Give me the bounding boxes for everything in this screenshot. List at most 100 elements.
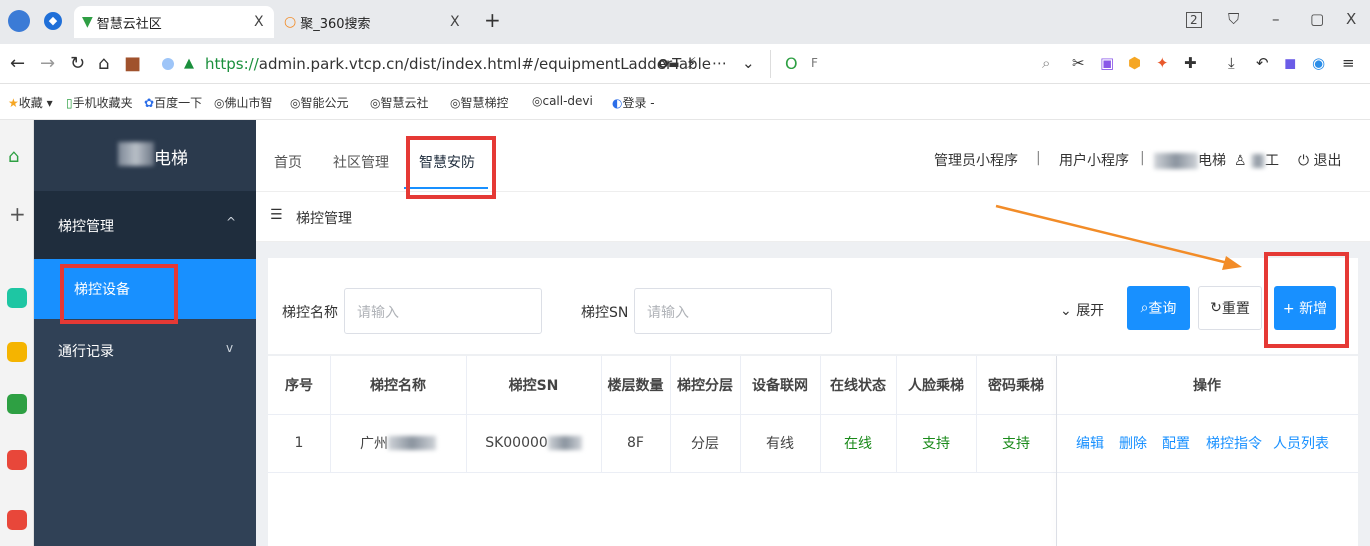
image-ai-icon[interactable] — [7, 394, 27, 414]
star-app-icon[interactable] — [7, 342, 27, 362]
logo-text: 电梯 — [154, 149, 188, 169]
forward-icon[interactable]: → — [40, 53, 55, 74]
undo-icon[interactable]: ↶ — [1256, 54, 1269, 72]
reset-button[interactable]: ↻ 重置 — [1198, 286, 1262, 330]
menu-access-records[interactable]: 通行记录 v — [34, 319, 256, 387]
minimize-icon[interactable]: – — [1272, 10, 1280, 28]
key-icon[interactable]: O▬ — [658, 57, 680, 71]
menu-label: 通行记录 — [58, 344, 114, 360]
cell-network: 有线 — [766, 436, 794, 452]
close-tab-icon[interactable]: X — [254, 14, 264, 30]
back-icon[interactable]: ← — [10, 53, 25, 74]
header-network: 设备联网 — [752, 378, 808, 394]
menu-label: 梯控管理 — [58, 219, 114, 235]
name-input[interactable]: 请输入 — [344, 288, 542, 334]
tab-home[interactable]: 首页 — [274, 152, 302, 172]
org-name[interactable]: 电梯 — [1154, 150, 1226, 170]
tab-360-search[interactable]: ○ 聚_360搜索 X — [280, 6, 470, 38]
browser-side-strip: ⌂ + — [0, 120, 34, 546]
globe-icon: ◎ — [532, 94, 543, 108]
cell-layer: 分层 — [691, 436, 719, 452]
cell-index: 1 — [294, 435, 304, 451]
url-path: admin.park.vtcp.cn/dist/index.html#/equi… — [258, 55, 711, 73]
bookmark-mobile[interactable]: ▯手机收藏夹 — [66, 94, 133, 111]
menu-icon[interactable]: ≡ — [1342, 54, 1355, 72]
menu-ladder-management[interactable]: 梯控管理 ^ — [34, 191, 256, 259]
login-icon: ◐ — [612, 96, 623, 110]
cell-sn: SK00000 — [466, 414, 601, 472]
puzzle-icon[interactable]: ✚ — [1184, 54, 1197, 72]
refresh-icon: ↻ — [1210, 300, 1222, 316]
logout-button[interactable]: ⏻ 退出 — [1298, 150, 1342, 170]
browser-tab-bar: ◆ ▼ 智慧云社区 X ○ 聚_360搜索 X + 2 ⛉ – ▢ X — [0, 0, 1370, 44]
home-icon[interactable]: ⌂ — [98, 53, 109, 74]
browser-logo-icon[interactable] — [8, 10, 30, 32]
pinned-tab-icon[interactable]: ◆ — [44, 12, 62, 30]
expand-toggle[interactable]: ⌄ 展开 — [1060, 300, 1104, 320]
close-window-icon[interactable]: X — [1346, 10, 1356, 28]
add-icon[interactable]: + — [9, 202, 26, 226]
phone-icon: ▯ — [66, 96, 73, 110]
magnifier-icon[interactable]: ⌕ — [1042, 54, 1050, 72]
ai-icon[interactable]: ◼ — [1284, 54, 1296, 72]
wallet-icon[interactable]: ■ — [124, 53, 141, 74]
bookmark-smart-park[interactable]: ◎智能公元 — [290, 94, 349, 111]
user-redacted — [1251, 154, 1266, 168]
delete-link[interactable]: 删除 — [1119, 433, 1147, 453]
tab-smart-community[interactable]: ▼ 智慧云社区 X — [74, 6, 274, 38]
bookmark-smart-cloud[interactable]: ◎智慧云社 — [370, 94, 429, 111]
tab-count-badge[interactable]: 2 — [1186, 12, 1202, 28]
shield-ext-icon[interactable]: ⬢ — [1128, 54, 1141, 72]
tab-community[interactable]: 社区管理 — [333, 152, 389, 172]
chevron-down-icon[interactable]: ⌄ — [742, 54, 755, 72]
sn-redacted — [547, 436, 582, 450]
cell-online-status: 在线 — [844, 436, 872, 452]
lightning-icon[interactable]: ⚡ — [686, 54, 697, 72]
ladder-command-link[interactable]: 梯控指令 — [1206, 433, 1262, 453]
header-floors: 楼层数量 — [607, 378, 664, 394]
reload-icon[interactable]: ↻ — [70, 53, 85, 74]
header-layer: 梯控分层 — [677, 378, 733, 394]
record-app-icon[interactable] — [7, 510, 27, 530]
edit-link[interactable]: 编辑 — [1076, 433, 1104, 453]
annotation-box-ladder-device — [60, 264, 178, 324]
config-link[interactable]: 配置 — [1162, 433, 1190, 453]
bookmark-smart-ladder[interactable]: ◎智慧梯控 — [450, 94, 509, 111]
personnel-list-link[interactable]: 人员列表 — [1273, 433, 1329, 453]
new-tab-button[interactable]: + — [484, 8, 501, 32]
browser-assistant-icon[interactable]: ◉ — [1312, 54, 1325, 72]
pdf-ai-icon[interactable] — [7, 450, 27, 470]
close-tab-icon[interactable]: X — [450, 14, 460, 30]
home-outline-icon[interactable]: ⌂ — [8, 146, 19, 167]
bookmark-call-devi[interactable]: ◎call-devi — [532, 94, 593, 108]
bookmark-login[interactable]: ◐登录 - — [612, 94, 655, 111]
bookmark-foshan[interactable]: ◎佛山市智 — [214, 94, 273, 111]
search-box[interactable]: O F — [770, 50, 1070, 78]
app-green-icon[interactable] — [7, 288, 27, 308]
header-password: 密码乘梯 — [988, 378, 1044, 394]
admin-miniapp-link[interactable]: 管理员小程序 — [934, 150, 1018, 170]
header-online: 在线状态 — [830, 378, 886, 394]
sn-input[interactable]: 请输入 — [634, 288, 832, 334]
separator: | — [1140, 150, 1145, 166]
bookmark-favorites[interactable]: ★收藏 ▾ — [8, 94, 53, 111]
restore-icon[interactable]: ▢ — [1310, 10, 1324, 28]
hamburger-icon[interactable]: ☰ — [270, 207, 283, 223]
download-icon[interactable]: ⤓ — [1228, 54, 1235, 72]
scissors-icon[interactable]: ✂ — [1072, 54, 1085, 72]
bookmark-baidu[interactable]: ✿百度一下 — [144, 94, 202, 111]
header-sn: 梯控SN — [508, 378, 559, 394]
url-protocol: https:// — [205, 55, 259, 73]
extension-icon[interactable]: ✦ — [1156, 54, 1169, 72]
table-divider — [268, 472, 1358, 473]
user-miniapp-link[interactable]: 用户小程序 — [1059, 150, 1129, 170]
globe-icon: ◎ — [214, 96, 225, 110]
annotation-arrow — [995, 204, 1242, 270]
url-field[interactable]: https://admin.park.vtcp.cn/dist/index.ht… — [205, 55, 711, 73]
shirt-icon[interactable]: ⛉ — [1228, 10, 1239, 28]
user-profile[interactable]: ♙ 工 — [1234, 150, 1279, 170]
query-button[interactable]: ⌕ 查询 — [1127, 286, 1190, 330]
more-icon[interactable]: ⋯ — [712, 54, 727, 72]
chevron-up-icon: ^ — [226, 215, 237, 229]
translate-icon[interactable]: ▣ — [1100, 54, 1114, 72]
